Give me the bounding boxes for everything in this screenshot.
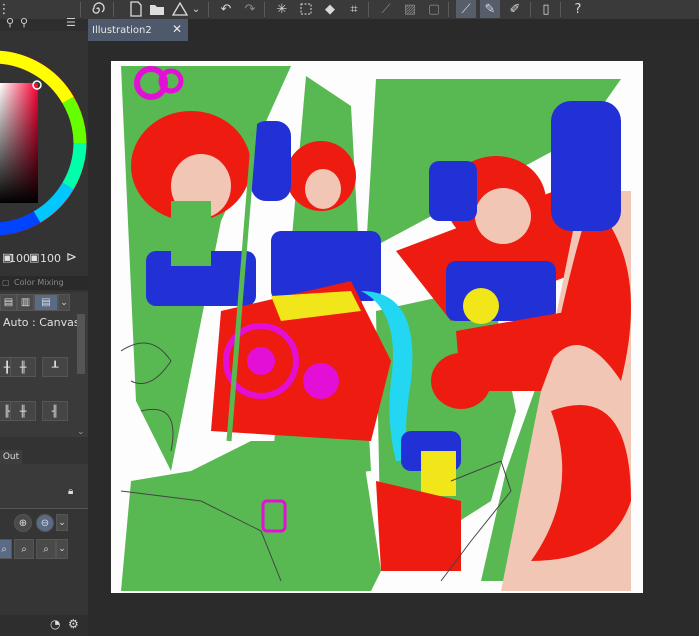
chevron-down-icon[interactable]: ⌄ [190,0,202,18]
warning-icon[interactable] [170,0,190,18]
main-color-value: 100 [9,252,30,265]
layer-icon[interactable]: ▥ [17,294,34,311]
align-bottom-icon[interactable]: ┸ [42,357,68,377]
border-icon[interactable]: ▢ [424,0,444,18]
fill-icon[interactable]: ◆ [320,0,340,18]
lock-icon[interactable]: 🔒︎ [68,486,73,497]
tool-property-panel: ▤ ▥ ▤ ⌄ Auto : Canvas ╂ ╫ ┸ ╟ ╫ ╢ [0,292,88,437]
zoom-area-icon[interactable]: ⌕ [14,539,34,559]
chevron-down-icon[interactable]: ⌄ [56,539,68,559]
toolbar-separator [264,2,265,17]
tab-icon[interactable]: ▢ [2,276,10,290]
illustration-canvas[interactable] [111,61,643,593]
ornament-shape [421,451,456,496]
scroll-down-icon[interactable]: ⌄ [77,427,85,437]
zoom-out-icon[interactable]: ⊖ [36,514,54,532]
rotate-icon[interactable]: ◔ [50,617,60,631]
palette-tab-strip: ▢ Color Mixing [0,276,88,290]
ornament-shape [303,363,339,399]
new-file-icon[interactable] [126,0,146,18]
dress-shape [446,261,556,321]
sleeve-shape [551,101,621,231]
play-circle-icon[interactable]: ⊳ [66,250,77,265]
align-middle-icon[interactable]: ╫ [10,357,36,377]
menu-icon[interactable]: ☰ [66,16,76,29]
undo-icon[interactable]: ↶ [216,0,236,18]
panel-bottom-strip: ◔ ⚙ [0,615,88,636]
hair-shape [431,353,491,409]
zoom-fit-icon[interactable]: ⌕ [36,539,56,559]
sub-color-value: 100 [40,252,61,265]
toolbar-separator [368,2,369,17]
crop-icon[interactable]: ⌗ [344,0,364,18]
toolbar-separator [560,2,561,17]
ruler-off-icon[interactable]: ⟋ [376,0,396,18]
toolbar-separator [113,2,114,17]
tab-color-mixing[interactable]: Color Mixing [14,276,64,290]
document-tab[interactable]: Illustration2 ✕ [88,19,188,41]
loading-icon[interactable]: ✳ [272,0,292,18]
redo-icon[interactable]: ↷ [240,0,260,18]
color-value-row: ▣ 100 ▣ 100 ⊳ [0,249,88,267]
snap-icon[interactable]: ⟋ [456,0,476,18]
document-tab-title: Illustration2 [92,24,152,36]
ornament-shape [247,347,275,375]
pen-stroke-icon[interactable]: ✎ [480,0,500,18]
phone-icon[interactable]: ▯ [536,0,556,18]
main-toolbar: ⋮ ⌄ ↶ ↷ ✳ ◆ ⌗ ⟋ ▨ ▢ ⟋ ✎ ✐ ▯ ? [0,0,699,20]
toolbar-separator [448,2,449,17]
illustration-artwork [120,66,631,591]
zoom-in-icon[interactable]: ⊕ [14,514,32,532]
sleeve-shape [429,161,477,221]
toolbar-separator [530,2,531,17]
chevron-down-icon[interactable]: ⌄ [58,294,70,311]
distribute-center-icon[interactable]: ╫ [10,401,36,421]
open-folder-icon[interactable] [147,0,167,18]
document-tab-bar: Illustration2 ✕ [88,19,699,41]
pin-icon[interactable]: ⚲ [6,16,14,29]
color-wheel[interactable] [0,31,88,256]
layer-panel: 🔒︎ [0,464,88,508]
value-box-icon: ▣ [29,251,40,264]
color-wheel-panel [0,31,88,283]
navigator-panel: ⊕ ⊖ ⌄ ⌕ ⌕ ⌕ ⌄ [0,508,88,618]
face-shape [305,169,341,209]
layer-icon[interactable]: ▤ [0,294,17,311]
transform-icon[interactable] [296,0,316,18]
layer-mask-icon[interactable]: ▨ [400,0,420,18]
distribute-right-icon[interactable]: ╢ [42,401,68,421]
tool-property-scrollbar[interactable] [77,314,85,374]
close-icon[interactable]: ✕ [172,22,182,36]
reference-mode-label: Auto : Canvas [3,316,80,329]
divider [0,508,88,509]
sleeve-shape [251,121,291,201]
tab-out[interactable]: Out [0,450,22,464]
palette-header: ⚲ ⚲ ☰ [0,16,88,31]
pin-icon[interactable]: ⚲ [20,16,28,29]
toolbar-separator [208,2,209,17]
zoom-select-icon[interactable]: ⌕ [0,539,12,559]
face-shape [475,188,531,244]
settings-icon[interactable]: ⚙ [68,617,79,631]
help-icon[interactable]: ? [568,0,588,18]
left-panel: ⚲ ⚲ ☰ ▣ 100 ▣ 100 ⊳ ▢ Color Mixing ▤ ▥ ▤… [0,16,88,636]
chevron-down-icon[interactable]: ⌄ [56,514,68,531]
bow-shape [171,201,211,266]
green-panel [121,441,381,591]
edit-icon[interactable]: ✐ [505,0,525,18]
ornament-shape [463,288,499,324]
toolbar-separator [80,2,81,17]
reference-layer-icon[interactable]: ▤ [34,294,58,311]
spiral-icon[interactable] [88,0,108,18]
